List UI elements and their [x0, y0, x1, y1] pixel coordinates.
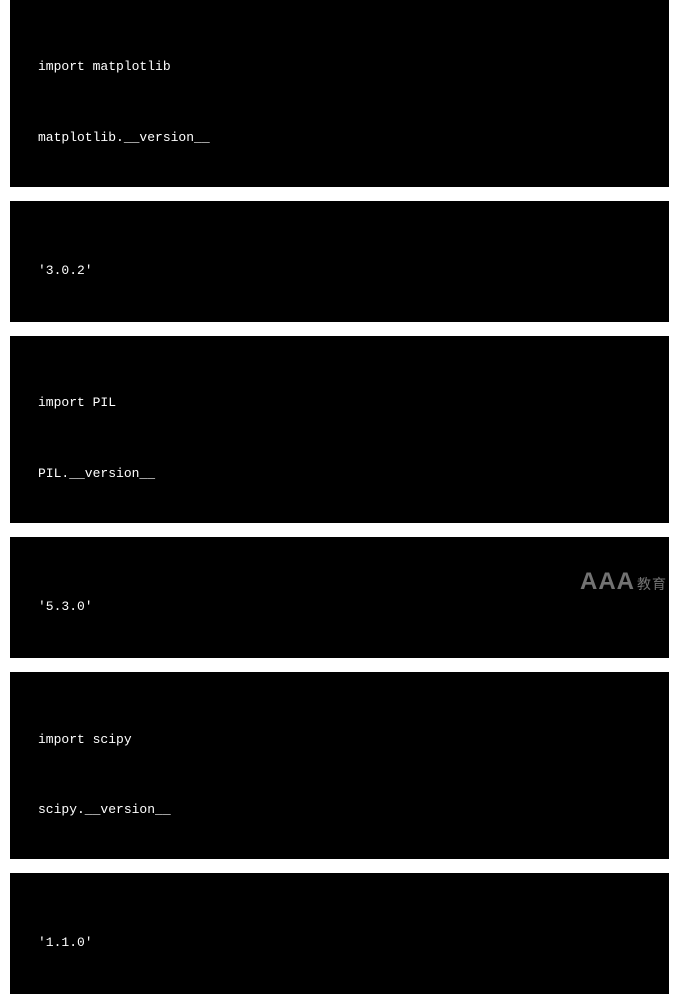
output-cell: '1.1.0': [10, 873, 669, 994]
watermark-main: AAA: [580, 568, 635, 596]
watermark-suffix: 教育: [637, 574, 667, 594]
code-cell: import scipy scipy.__version__: [10, 672, 669, 859]
output-text: '3.0.2': [38, 262, 641, 280]
code-line: import PIL: [38, 394, 641, 412]
output-text: '5.3.0': [38, 598, 641, 616]
code-cell: import matplotlib matplotlib.__version__: [10, 0, 669, 187]
watermark: AAA 教育: [580, 568, 667, 596]
code-cell: import PIL PIL.__version__: [10, 336, 669, 523]
code-line: import matplotlib: [38, 58, 641, 76]
output-text: '1.1.0': [38, 934, 641, 952]
output-cell: '5.3.0': [10, 537, 669, 658]
code-line: matplotlib.__version__: [38, 129, 641, 147]
code-line: scipy.__version__: [38, 801, 641, 819]
code-line: import scipy: [38, 731, 641, 749]
output-cell: '3.0.2': [10, 201, 669, 322]
code-line: PIL.__version__: [38, 465, 641, 483]
